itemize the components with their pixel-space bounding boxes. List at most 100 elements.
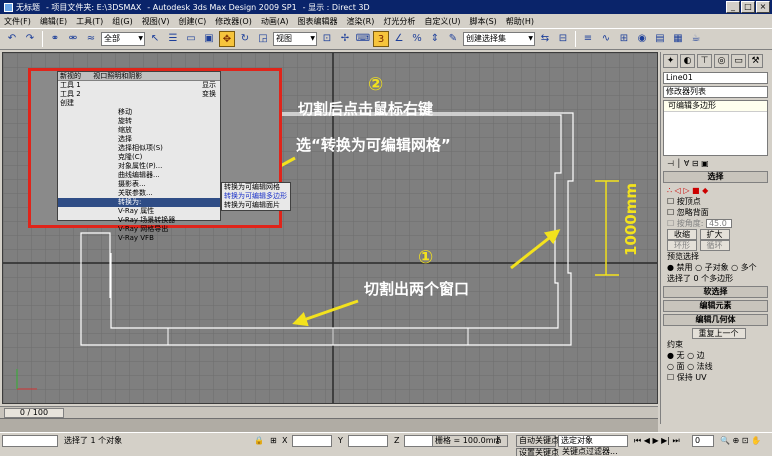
rectangular-selection-icon[interactable]: ▭	[183, 31, 199, 47]
key-filters-button[interactable]: 关键点过滤器...	[562, 446, 618, 456]
motion-tab-icon[interactable]: ◎	[714, 54, 729, 68]
menu-customize[interactable]: 自定义(U)	[424, 16, 460, 27]
menu-tools[interactable]: 工具(T)	[76, 16, 103, 27]
snaps-toggle-icon[interactable]: 3	[373, 31, 389, 47]
angle-snap-icon[interactable]: ∠	[391, 31, 407, 47]
menu-item-curve-editor[interactable]: 曲线编辑器...	[58, 171, 220, 180]
maxscript-listener[interactable]	[2, 435, 58, 447]
ring-button[interactable]: 环形	[667, 240, 697, 251]
menu-file[interactable]: 文件(F)	[4, 16, 31, 27]
ignore-backface-checkbox[interactable]: ☐ 忽略背面	[661, 207, 770, 218]
menu-item-select[interactable]: 选择	[58, 135, 220, 144]
hierarchy-tab-icon[interactable]: ⊤	[697, 54, 712, 68]
schematic-view-icon[interactable]: ⊞	[616, 31, 632, 47]
utilities-tab-icon[interactable]: ⚒	[748, 54, 763, 68]
reference-coordinate-dropdown[interactable]: 视图	[273, 32, 317, 46]
menu-item-object-properties[interactable]: 对象属性(P)...	[58, 162, 220, 171]
modifier-stack[interactable]: 可编辑多边形	[663, 100, 768, 156]
menu-item-vray-mesh-export[interactable]: V-Ray 网格导出	[58, 225, 220, 234]
loop-button[interactable]: 循环	[699, 240, 730, 251]
menu-item-vray-properties[interactable]: V-Ray 属性	[58, 207, 220, 216]
render-production-icon[interactable]: ☕	[688, 31, 704, 47]
menu-item-rotate[interactable]: 旋转	[58, 117, 220, 126]
select-and-scale-icon[interactable]: ◲	[255, 31, 271, 47]
menu-edit[interactable]: 编辑(E)	[40, 16, 67, 27]
select-and-rotate-icon[interactable]: ↻	[237, 31, 253, 47]
y-coordinate-field[interactable]	[348, 435, 388, 447]
current-frame-field[interactable]: 0	[692, 435, 714, 447]
menu-item-select-similar[interactable]: 选择相似项(S)	[58, 144, 220, 153]
redo-icon[interactable]: ↷	[22, 31, 38, 47]
select-manipulate-icon[interactable]: ✢	[337, 31, 353, 47]
spinner-snap-icon[interactable]: ⇕	[427, 31, 443, 47]
menu-item-vray-scene-converter[interactable]: V-Ray 场景转换器	[58, 216, 220, 225]
pivot-center-icon[interactable]: ⊡	[319, 31, 335, 47]
keyboard-shortcut-icon[interactable]: ⌨	[355, 31, 371, 47]
rendered-frame-window-icon[interactable]: ▦	[670, 31, 686, 47]
percent-snap-icon[interactable]: %	[409, 31, 425, 47]
menu-item-wire-parameters[interactable]: 关联参数...	[58, 189, 220, 198]
multi-radio[interactable]: 多个	[741, 263, 757, 272]
grow-button[interactable]: 扩大	[699, 229, 730, 240]
time-slider[interactable]: 0 / 100	[4, 408, 64, 418]
render-setup-icon[interactable]: ▤	[652, 31, 668, 47]
menu-group[interactable]: 组(G)	[112, 16, 132, 27]
link-icon[interactable]: ⚭	[47, 31, 63, 47]
layer-manager-icon[interactable]: ≡	[580, 31, 596, 47]
menu-rendering[interactable]: 渲染(R)	[347, 16, 375, 27]
menu-graph-editors[interactable]: 图表编辑器	[298, 16, 338, 27]
menu-item-scale[interactable]: 缩放	[58, 126, 220, 135]
mirror-icon[interactable]: ⇆	[537, 31, 553, 47]
lock-icon[interactable]: 🔒	[254, 435, 264, 447]
transform-type-in-icon[interactable]: ⊞	[270, 435, 277, 447]
set-key-button[interactable]: 设置关键点	[516, 448, 559, 456]
angle-value-field[interactable]: 45.0	[705, 219, 732, 228]
menu-item-clone[interactable]: 克隆(C)	[58, 153, 220, 162]
shrink-button[interactable]: 收缩	[667, 229, 697, 240]
key-icon[interactable]: ⚷	[494, 435, 501, 447]
rollout-selection[interactable]: 选择	[663, 171, 768, 183]
select-by-name-icon[interactable]: ☰	[165, 31, 181, 47]
by-vertex-checkbox[interactable]: ☐ 按顶点	[661, 196, 770, 207]
x-coordinate-field[interactable]	[292, 435, 332, 447]
app-icon[interactable]	[4, 2, 13, 12]
rollout-edit-elements[interactable]: 编辑元素	[663, 300, 768, 312]
menu-item-vray-vfb[interactable]: V-Ray VFB	[58, 234, 220, 243]
create-tab-icon[interactable]: ✦	[663, 54, 678, 68]
undo-icon[interactable]: ↶	[4, 31, 20, 47]
select-object-icon[interactable]: ↖	[147, 31, 163, 47]
repeat-last-button[interactable]: 重复上一个	[691, 328, 746, 339]
bind-space-warp-icon[interactable]: ≈	[83, 31, 99, 47]
modify-tab-icon[interactable]: ◐	[680, 54, 695, 68]
by-angle-row[interactable]: ☐ 按角度: 45.0	[661, 218, 770, 229]
constraint-normal-radio[interactable]: 法线	[697, 362, 713, 371]
track-bar[interactable]	[0, 418, 658, 432]
sub-object-radio[interactable]: 子对象	[705, 263, 729, 272]
rollout-soft-selection[interactable]: 软选择	[663, 286, 768, 298]
material-editor-icon[interactable]: ◉	[634, 31, 650, 47]
submenu-convert-editable-poly[interactable]: 转换为可编辑多边形	[222, 192, 290, 201]
display-tab-icon[interactable]: ▭	[731, 54, 746, 68]
menu-views[interactable]: 视图(V)	[142, 16, 170, 27]
viewport-nav-icons[interactable]: 🔍 ⊕ ⊡ ✋	[720, 435, 761, 447]
named-selection-dropdown[interactable]: 创建选择集	[463, 32, 535, 46]
constraint-none-radio[interactable]: 无	[677, 351, 685, 360]
menu-item-dope-sheet[interactable]: 摄影表...	[58, 180, 220, 189]
minimize-button[interactable]: _	[726, 1, 740, 13]
constraint-face-radio[interactable]: 面	[677, 362, 685, 371]
edit-named-selection-icon[interactable]: ✎	[445, 31, 461, 47]
window-crossing-icon[interactable]: ▣	[201, 31, 217, 47]
menu-modifiers[interactable]: 修改器(O)	[215, 16, 252, 27]
preserve-uv-checkbox[interactable]: ☐ 保持 UV	[661, 372, 770, 383]
playback-controls[interactable]: ⏮ ◀ ▶ ▶| ⏭	[634, 435, 680, 447]
menu-help[interactable]: 帮助(H)	[506, 16, 534, 27]
menu-lighting-analysis[interactable]: 灯光分析	[383, 16, 415, 27]
constraint-edge-radio[interactable]: 边	[697, 351, 705, 360]
stack-item-editable-poly[interactable]: 可编辑多边形	[664, 101, 767, 112]
maximize-button[interactable]: □	[741, 1, 755, 13]
unlink-icon[interactable]: ⚮	[65, 31, 81, 47]
disable-radio[interactable]: 禁用	[677, 263, 693, 272]
menu-maxscript[interactable]: 脚本(S)	[469, 16, 496, 27]
select-and-move-icon[interactable]: ✥	[219, 31, 235, 47]
rollout-edit-geometry[interactable]: 编辑几何体	[663, 314, 768, 326]
